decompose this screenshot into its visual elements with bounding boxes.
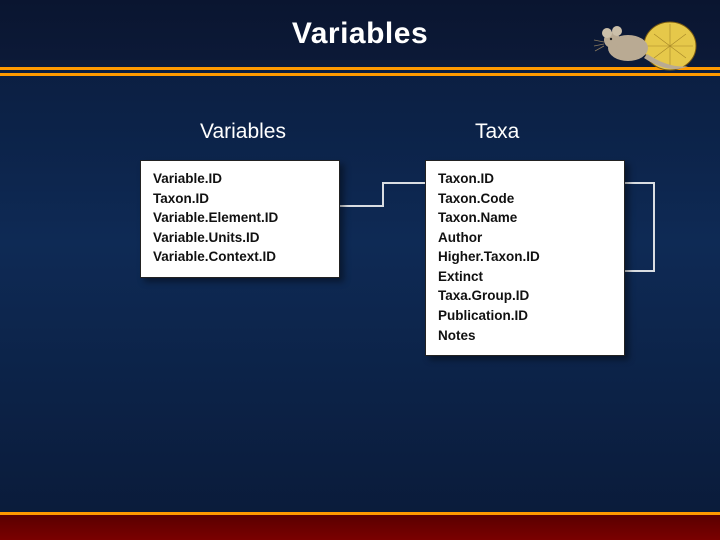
connector-line <box>625 270 655 272</box>
table-field: Variable.Context.ID <box>153 247 327 267</box>
table-field: Author <box>438 228 612 248</box>
table-field: Extinct <box>438 267 612 287</box>
column-title-taxa: Taxa <box>475 120 519 144</box>
table-field: Taxon.ID <box>438 169 612 189</box>
column-title-variables: Variables <box>200 120 286 144</box>
table-field: Taxon.ID <box>153 189 327 209</box>
connector-line <box>625 182 655 184</box>
connector-line <box>382 182 425 184</box>
table-box-taxa: Taxon.ID Taxon.Code Taxon.Name Author Hi… <box>425 160 625 356</box>
table-field: Taxon.Code <box>438 189 612 209</box>
table-field: Notes <box>438 326 612 346</box>
table-field: Taxon.Name <box>438 208 612 228</box>
slide-header: Variables <box>0 0 720 70</box>
table-field: Variable.Units.ID <box>153 228 327 248</box>
connector-line <box>382 182 384 207</box>
table-field: Higher.Taxon.ID <box>438 247 612 267</box>
connector-line <box>653 182 655 272</box>
table-box-variables: Variable.ID Taxon.ID Variable.Element.ID… <box>140 160 340 278</box>
table-field: Variable.Element.ID <box>153 208 327 228</box>
slide-footer <box>0 512 720 540</box>
table-field: Taxa.Group.ID <box>438 286 612 306</box>
slide-body: Variables Taxa Variable.ID Taxon.ID Vari… <box>0 70 720 512</box>
table-field: Variable.ID <box>153 169 327 189</box>
table-field: Publication.ID <box>438 306 612 326</box>
connector-line <box>340 205 384 207</box>
slide-title: Variables <box>292 17 428 51</box>
